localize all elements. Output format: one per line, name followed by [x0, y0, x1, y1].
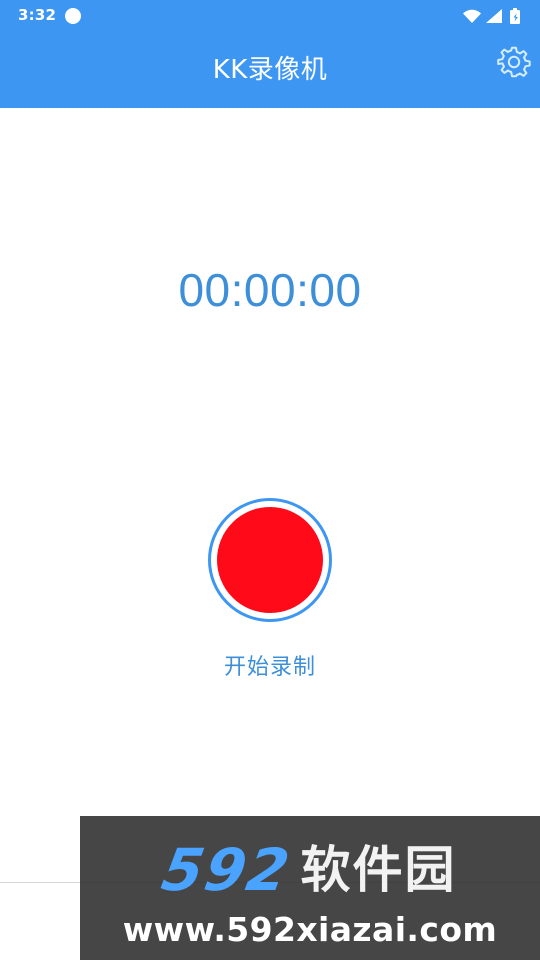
recording-timer: 00:00:00 [178, 264, 362, 316]
status-time: 3:32 [18, 6, 57, 24]
top-bar: 3:32 KK录像机 [0, 0, 540, 108]
record-button[interactable] [208, 498, 332, 622]
signal-icon [486, 9, 502, 23]
watermark: 592 软件园 www.592xiazai.com [80, 816, 540, 960]
record-label: 开始录制 [223, 655, 316, 680]
wifi-icon [463, 9, 481, 23]
status-bar: 3:32 [0, 0, 540, 32]
watermark-url: www.592xiazai.com [122, 910, 498, 949]
circle-icon [65, 8, 81, 24]
battery-icon [510, 8, 520, 24]
watermark-digits: 592 [157, 836, 297, 904]
app-title: KK录像机 [212, 55, 328, 85]
gear-icon [497, 46, 531, 78]
watermark-chinese: 软件园 [300, 841, 457, 899]
watermark-logo: 592 软件园 [90, 836, 530, 904]
settings-button[interactable] [494, 42, 534, 82]
app-screen: 3:32 KK录像机 00:00:00 开始录制 592 软件园 www.592… [0, 0, 540, 960]
status-icons [463, 8, 520, 24]
record-dot [217, 507, 323, 613]
